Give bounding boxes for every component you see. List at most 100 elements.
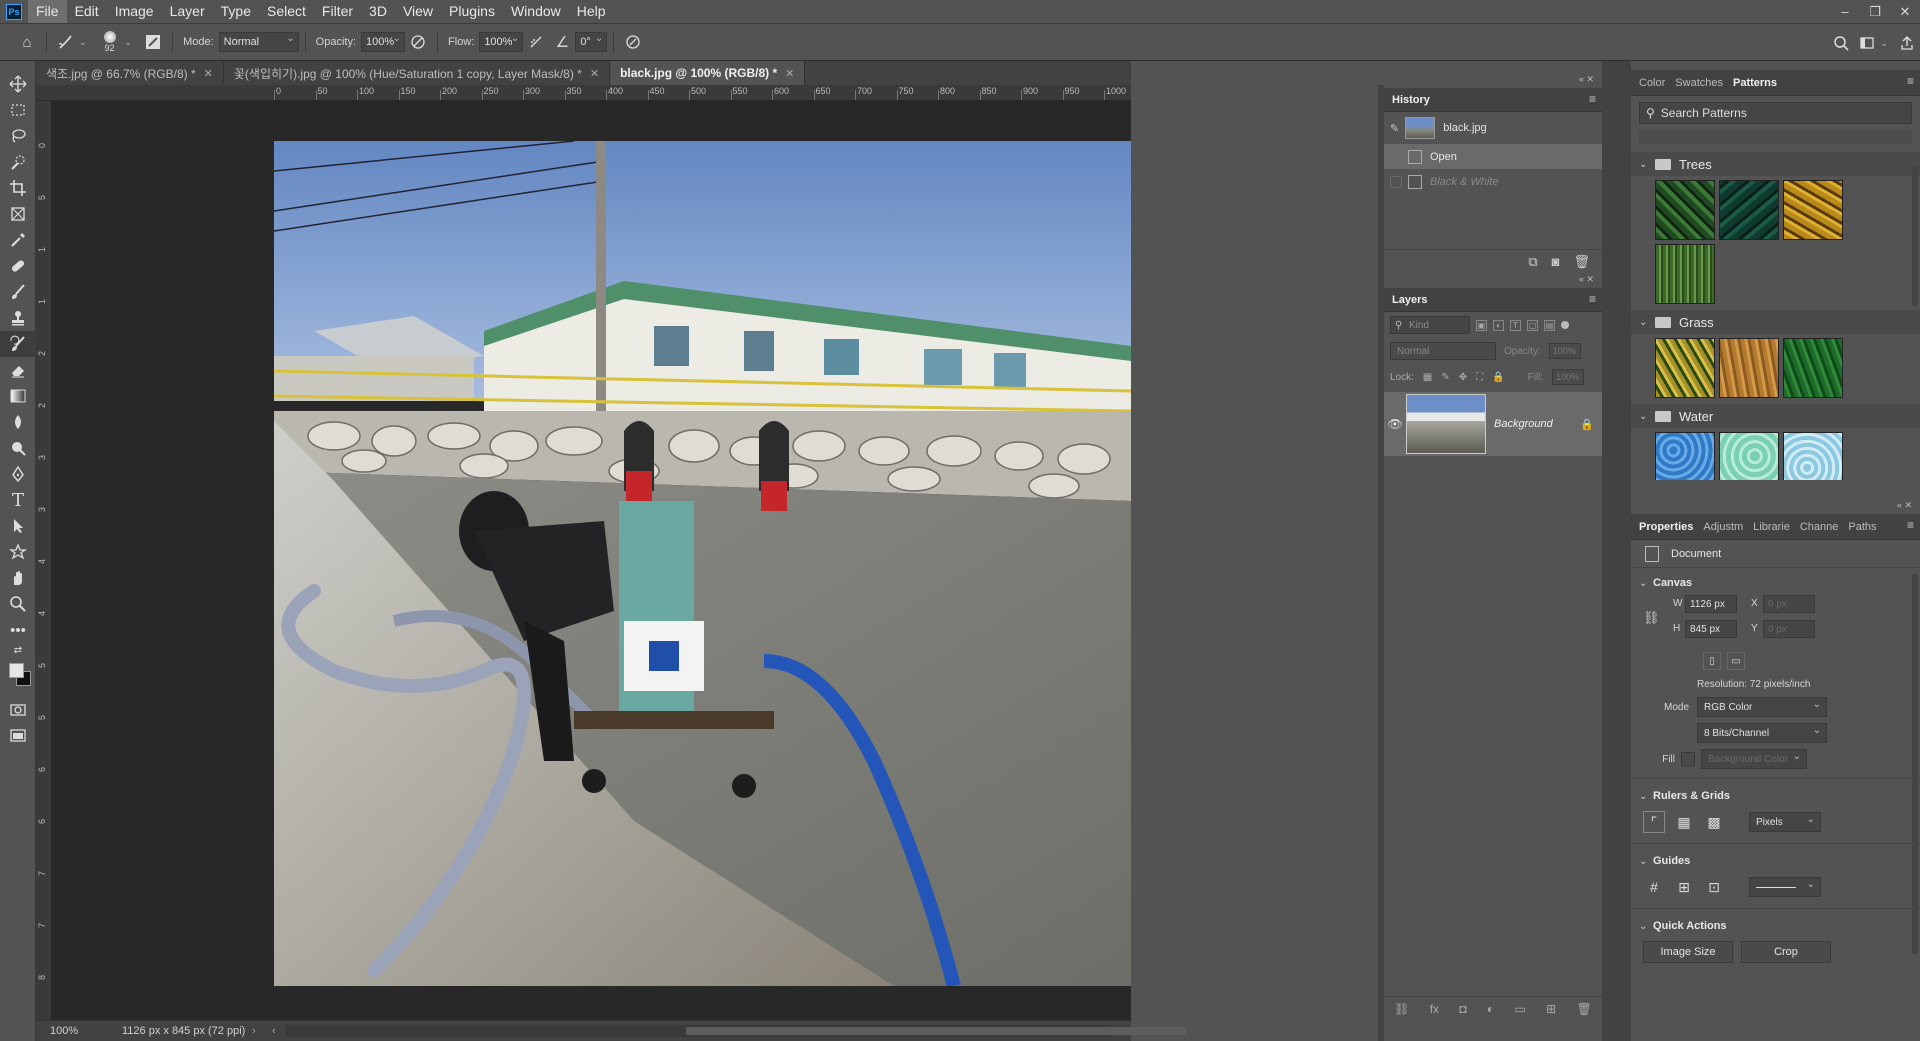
lock-artboard-icon[interactable]: ⛶ [1476,372,1483,383]
menu-window[interactable]: Window [503,0,569,23]
height-input[interactable]: 845 px [1685,620,1737,638]
zoom-level[interactable]: 100% [36,1025,92,1037]
angle-input[interactable]: 0° [575,32,608,52]
pattern-swatch[interactable] [1783,338,1843,398]
panel-menu-icon[interactable]: ≡ [1589,292,1596,306]
tool-preset-icon[interactable] [53,29,79,55]
canvas-section-header[interactable]: ⌄ Canvas [1631,572,1920,594]
pattern-group-grass[interactable]: ⌄ Grass [1631,310,1920,334]
marquee-tool-icon[interactable] [0,97,36,123]
crop-button[interactable]: Crop [1741,941,1831,963]
close-window-button[interactable]: ✕ [1890,0,1920,23]
history-brush-source-icon[interactable]: ✎ [1390,122,1399,135]
pattern-group-trees[interactable]: ⌄ Trees [1631,152,1920,176]
eraser-tool-icon[interactable] [0,357,36,383]
vertical-ruler[interactable]: 0 5 1 1 2 2 3 3 4 4 5 5 6 6 7 7 8 [36,101,52,1020]
color-mode-select[interactable]: RGB Color [1697,697,1827,717]
history-tab[interactable]: History [1392,94,1440,106]
new-document-from-state-icon[interactable]: ⧉ [1528,254,1537,270]
guide-layout-icon[interactable]: # [1643,876,1665,898]
properties-scrollbar[interactable] [1912,574,1918,954]
close-icon[interactable]: ✕ [785,67,794,80]
menu-image[interactable]: Image [107,0,162,23]
history-source-checkbox[interactable] [1390,175,1402,188]
quick-selection-tool-icon[interactable] [0,149,36,175]
trash-icon[interactable]: 🗑 [1573,254,1590,270]
pattern-swatch[interactable] [1655,338,1715,398]
smart-object-filter-icon[interactable]: ▤ [1544,319,1555,331]
filter-toggle-icon[interactable] [1561,321,1569,329]
new-group-icon[interactable]: ▭ [1514,1002,1525,1016]
ruler-toggle-icon[interactable]: ⌜ [1643,811,1665,833]
restore-button[interactable]: ❐ [1860,0,1890,23]
panel-menu-icon[interactable]: ≡ [1907,74,1914,88]
crop-tool-icon[interactable] [0,175,36,201]
width-input[interactable]: 1126 px [1685,595,1737,613]
history-state[interactable]: Black & White [1384,169,1602,194]
screen-mode-icon[interactable] [0,723,36,749]
image-size-button[interactable]: Image Size [1643,941,1733,963]
shape-filter-icon[interactable]: ▢ [1527,319,1538,331]
lasso-tool-icon[interactable] [0,123,36,149]
landscape-orientation-icon[interactable]: ▭ [1727,652,1745,670]
clone-stamp-tool-icon[interactable] [0,305,36,331]
menu-filter[interactable]: Filter [314,0,361,23]
rulers-grids-header[interactable]: ⌄ Rulers & Grids [1631,785,1920,807]
menu-view[interactable]: View [395,0,441,23]
healing-brush-tool-icon[interactable] [0,253,36,279]
pattern-swatch[interactable] [1655,244,1715,304]
doc-tab[interactable]: 색조.jpg @ 66.7% (RGB/8) * ✕ [36,61,224,85]
flow-input[interactable]: 100% [479,32,524,52]
pattern-swatch[interactable] [1655,180,1715,240]
eye-icon[interactable]: 👁 [1384,417,1406,431]
layer-name[interactable]: Background [1494,418,1580,430]
chevron-right-icon[interactable]: › [252,1025,272,1037]
units-select[interactable]: Pixels [1749,812,1821,832]
fill-select[interactable]: Background Color [1701,749,1807,769]
tab-libraries[interactable]: Librarie [1753,521,1800,533]
layer-opacity-input[interactable]: 100% [1548,343,1581,359]
guides-header[interactable]: ⌄ Guides [1631,850,1920,872]
lock-transparency-icon[interactable]: ▦ [1423,372,1432,383]
collapse-icon[interactable]: « ✕ [1897,500,1912,511]
frame-tool-icon[interactable] [0,201,36,227]
pattern-swatch[interactable] [1783,432,1843,480]
tab-paths[interactable]: Paths [1848,521,1886,533]
history-snapshot[interactable]: ✎ black.jpg [1384,112,1602,144]
chevron-down-icon[interactable]: ⌄ [1880,38,1888,49]
grid-toggle-icon[interactable]: ▦ [1673,811,1695,833]
chevron-down-icon[interactable]: ⌄ [1639,578,1653,589]
lock-position-icon[interactable]: ✥ [1459,372,1467,383]
menu-help[interactable]: Help [569,0,614,23]
chevron-left-icon[interactable]: ‹ [272,1025,286,1037]
brush-picker[interactable]: 92 [95,25,125,59]
layer-mask-icon[interactable]: ◘ [1459,1002,1466,1016]
collapse-icon[interactable]: « ✕ [1579,74,1594,85]
adjustment-filter-icon[interactable]: ◐ [1493,319,1504,331]
chevron-down-icon[interactable]: ⌄ [1639,791,1653,802]
blend-mode-select[interactable]: Normal [1390,342,1496,360]
lock-pixels-icon[interactable]: ✎ [1441,372,1449,383]
adjustment-layer-icon[interactable]: ◐ [1487,1002,1494,1016]
pattern-swatch[interactable] [1783,180,1843,240]
blur-tool-icon[interactable] [0,409,36,435]
home-icon[interactable]: ⌂ [14,29,40,55]
pattern-swatch[interactable] [1719,338,1779,398]
workspace-icon[interactable] [1854,30,1880,56]
menu-plugins[interactable]: Plugins [441,0,503,23]
portrait-orientation-icon[interactable]: ▯ [1703,652,1721,670]
lock-all-icon[interactable]: 🔒 [1492,372,1504,383]
history-source-checkbox[interactable] [1390,150,1402,163]
chevron-down-icon[interactable]: ⌄ [1639,921,1653,932]
pressure-opacity-icon[interactable] [405,29,431,55]
bit-depth-select[interactable]: 8 Bits/Channel [1697,723,1827,743]
tab-adjustments[interactable]: Adjustm [1703,521,1753,533]
pressure-size-icon[interactable] [620,29,646,55]
chevron-down-icon[interactable]: ⌄ [1639,159,1651,170]
x-input[interactable]: 0 px [1763,595,1815,613]
guides-from-shape-icon[interactable]: ⊡ [1703,876,1725,898]
menu-select[interactable]: Select [259,0,314,23]
layer-row-background[interactable]: 👁 Background 🔒 [1384,392,1602,456]
mode-select[interactable]: Normal [218,32,299,52]
share-icon[interactable] [1894,30,1920,56]
